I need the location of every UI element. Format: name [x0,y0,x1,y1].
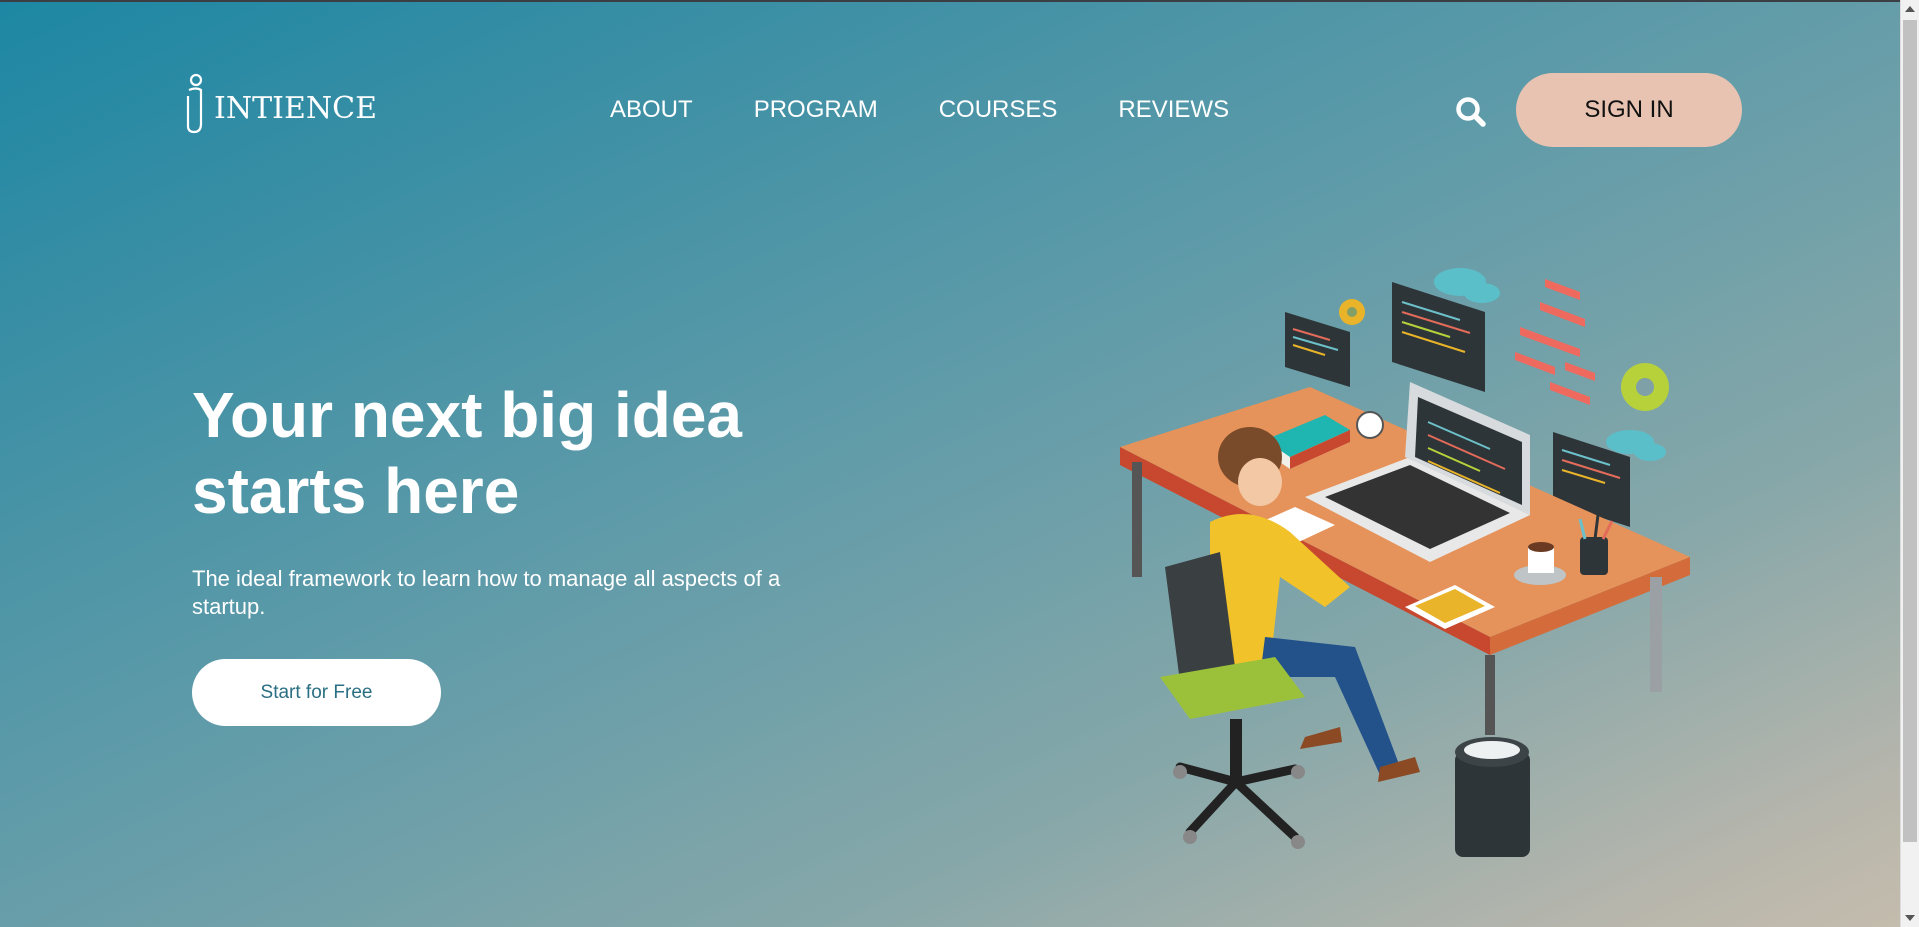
developer-at-desk-illustration [1120,268,1690,857]
start-free-button[interactable]: Start for Free [192,659,441,726]
trash-bin-icon [1455,737,1530,857]
gear-icon [1621,363,1669,411]
scroll-down-arrow-icon[interactable] [1905,915,1915,921]
brand-name: INTIENCE [214,91,377,126]
nav-item-about[interactable]: ABOUT [610,95,693,125]
chair-base [1175,762,1300,842]
code-blocks-icon [1515,279,1595,405]
cloud-icon [1434,268,1500,303]
main-nav: ABOUT PROGRAM COURSES REVIEWS [610,95,1290,125]
scroll-up-arrow-icon[interactable] [1905,6,1915,12]
person-i-logo-icon [186,73,203,134]
brand-logo[interactable]: INTIENCE [184,72,377,134]
nav-item-courses[interactable]: COURSES [939,95,1058,125]
sign-in-button[interactable]: SIGN IN [1516,73,1742,147]
search-icon [1456,97,1486,127]
hero-title: Your next big idea starts here [192,379,742,527]
nav-item-reviews[interactable]: REVIEWS [1118,95,1229,125]
hero-viewport: INTIENCE ABOUT PROGRAM COURSES REVIEWS S… [0,0,1900,927]
hero-subtitle: The ideal framework to learn how to mana… [192,566,781,619]
gear-icon [1339,299,1365,325]
scroll-thumb[interactable] [1903,20,1917,842]
search-button[interactable] [1454,95,1488,129]
vertical-scrollbar[interactable] [1900,0,1919,927]
nav-item-program[interactable]: PROGRAM [754,95,878,125]
code-window-icon [1285,312,1350,387]
page: INTIENCE ABOUT PROGRAM COURSES REVIEWS S… [0,0,1919,927]
